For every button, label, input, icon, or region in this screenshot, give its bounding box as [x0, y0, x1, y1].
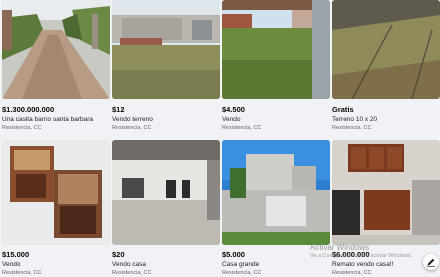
sloped-lot-photo	[332, 0, 440, 99]
listing-title: Vendo terreno	[112, 116, 153, 123]
house-interior-photo	[112, 140, 220, 245]
listing-photo[interactable]	[332, 140, 440, 245]
grass-lot-photo	[222, 0, 330, 99]
listing-price: $4.500	[222, 105, 245, 114]
listing-price: $15.000	[2, 250, 30, 259]
listing-location: Resistencia, CC	[112, 125, 152, 131]
listing-title: Vendo casa	[112, 261, 146, 268]
house-exterior-photo	[222, 140, 330, 245]
listing-photo[interactable]	[332, 0, 440, 99]
dirt-road-photo	[2, 0, 110, 99]
listing-photo[interactable]	[222, 140, 330, 245]
listing-title: Una casita barrio santa barbara	[2, 116, 94, 123]
activate-windows-hint: Ve a Configuración para activar Windows.	[310, 253, 413, 259]
listing-title: Terreno 10 x 20	[332, 116, 378, 123]
listing-location: Resistencia, CC	[222, 270, 262, 276]
listing-title: Casa grande	[222, 261, 260, 268]
vacant-lot-photo	[112, 0, 220, 99]
listing-price: $20	[112, 250, 125, 259]
listing-location: Resistencia, CC	[2, 270, 42, 276]
listing-price: $1.300.000.000	[2, 105, 55, 114]
compose-icon	[427, 258, 435, 267]
activate-windows-watermark: Activar Windows	[310, 243, 370, 252]
interior-collage-photo	[2, 140, 110, 245]
listing-location: Resistencia, CC	[332, 270, 372, 276]
listing-title: Remato vendo casa!!	[332, 261, 394, 268]
listing-location: Resistencia, CC	[112, 270, 152, 276]
listing-location: Resistencia, CC	[332, 125, 372, 131]
listing-photo[interactable]	[222, 0, 330, 99]
listing-photo[interactable]	[2, 140, 110, 245]
listing-location: Resistencia, CC	[222, 125, 262, 131]
listing-photo[interactable]	[2, 0, 110, 99]
listing-title: Vendo	[2, 261, 21, 268]
listing-photo[interactable]	[112, 140, 220, 245]
kitchen-photo	[332, 140, 440, 245]
compose-button[interactable]	[423, 254, 439, 270]
listing-photo[interactable]	[112, 0, 220, 99]
listing-price: $5.000	[222, 250, 245, 259]
listing-price: $12	[112, 105, 125, 114]
marketplace-listing-grid: $1.300.000.000 Una casita barrio santa b…	[0, 0, 440, 277]
listing-price: Gratis	[332, 105, 354, 114]
listing-title: Vendo	[222, 116, 241, 123]
listing-location: Resistencia, CC	[2, 125, 42, 131]
